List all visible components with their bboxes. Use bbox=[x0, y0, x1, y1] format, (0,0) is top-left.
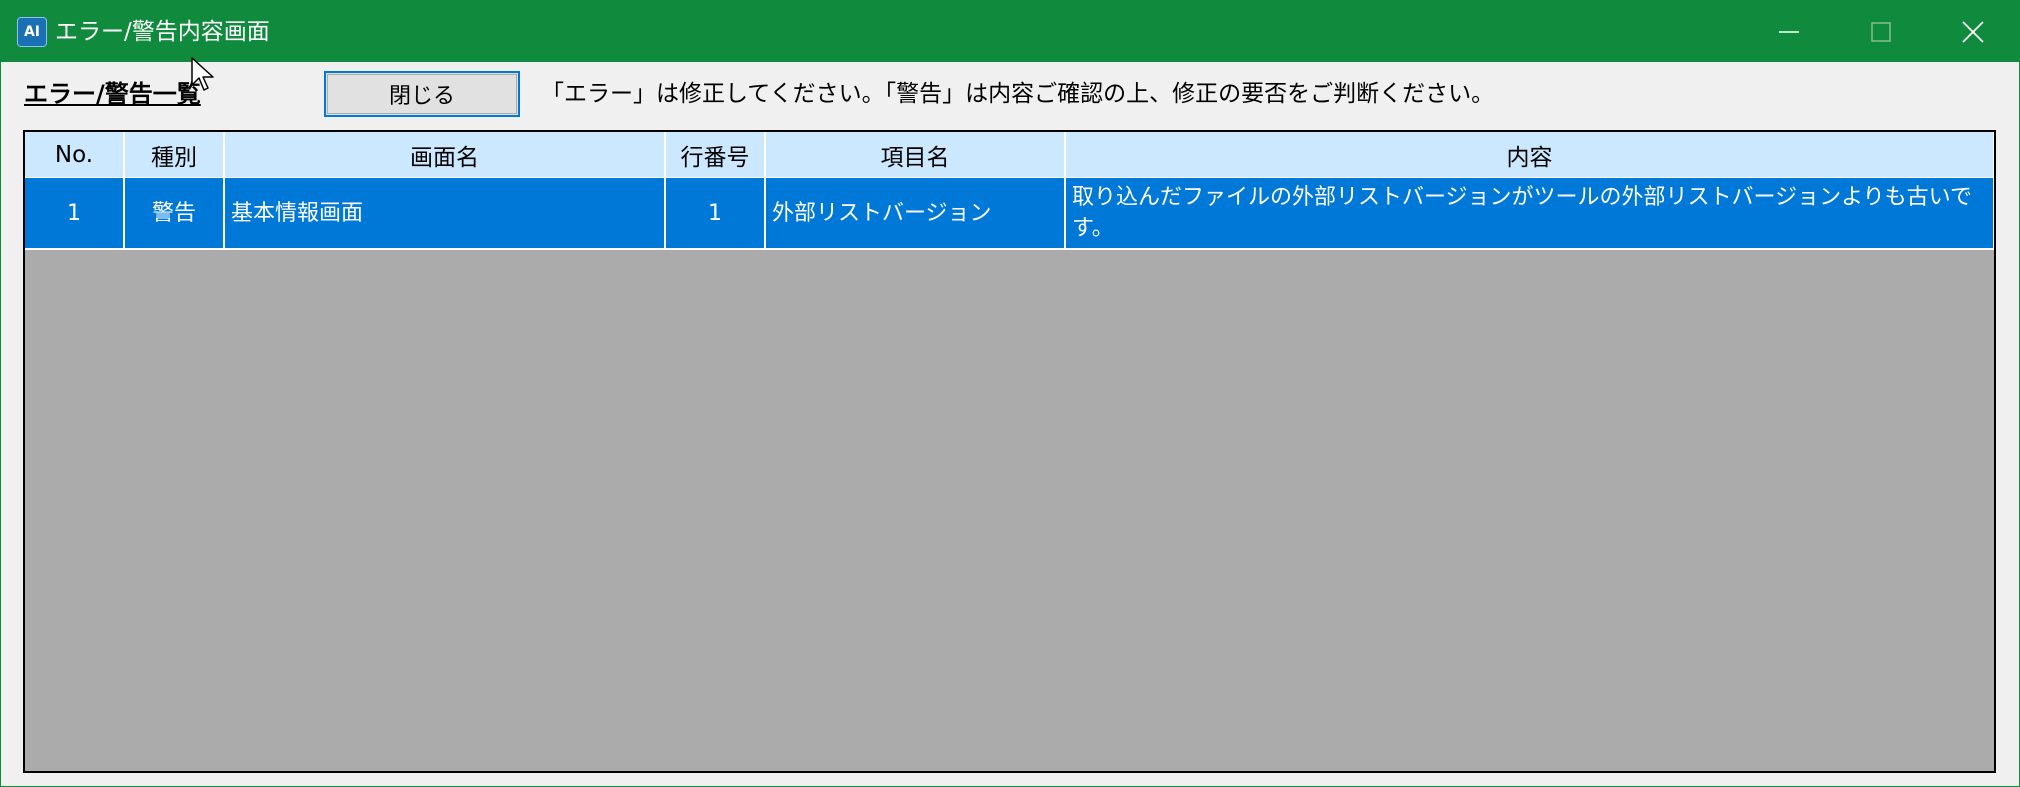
column-header-item-name[interactable]: 項目名 bbox=[765, 132, 1066, 178]
window-title: エラー/警告内容画面 bbox=[55, 19, 270, 45]
section-title: エラー/警告一覧 bbox=[24, 80, 201, 108]
app-icon: AI bbox=[17, 17, 47, 47]
table-header-row: No. 種別 画面名 行番号 項目名 内容 bbox=[25, 132, 1994, 178]
column-header-line-no[interactable]: 行番号 bbox=[665, 132, 766, 178]
maximize-button[interactable] bbox=[1835, 1, 1927, 62]
column-header-type[interactable]: 種別 bbox=[124, 132, 225, 178]
cell-type[interactable]: 警告 bbox=[124, 177, 225, 250]
error-warning-window: AI エラー/警告内容画面 エラー/警告一覧 閉じる 「エラー」は修正してくださ… bbox=[0, 0, 2020, 787]
cell-item-name[interactable]: 外部リストバージョン bbox=[765, 177, 1066, 250]
column-header-screen-name[interactable]: 画面名 bbox=[224, 132, 666, 178]
title-bar[interactable]: AI エラー/警告内容画面 bbox=[1, 1, 2019, 62]
table-row[interactable]: 1 警告 基本情報画面 1 外部リストバージョン 取り込んだファイルの外部リスト… bbox=[25, 177, 1994, 250]
column-header-content[interactable]: 内容 bbox=[1065, 132, 1994, 178]
cell-content[interactable]: 取り込んだファイルの外部リストバージョンがツールの外部リストバージョンよりも古い… bbox=[1065, 177, 1994, 250]
maximize-icon bbox=[1871, 21, 1891, 42]
minimize-button[interactable] bbox=[1743, 1, 1835, 62]
close-icon bbox=[1962, 20, 1984, 43]
minimize-icon bbox=[1779, 30, 1799, 33]
cell-line-no[interactable]: 1 bbox=[665, 177, 766, 250]
cell-no[interactable]: 1 bbox=[25, 177, 125, 250]
column-header-no[interactable]: No. bbox=[25, 132, 125, 178]
cell-screen-name[interactable]: 基本情報画面 bbox=[224, 177, 666, 250]
error-warning-table: No. 種別 画面名 行番号 項目名 内容 1 警告 基本情報画面 1 外部リス… bbox=[25, 132, 1994, 250]
close-button[interactable]: 閉じる bbox=[324, 71, 520, 117]
instruction-text: 「エラー」は修正してください。「警告」は内容ご確認の上、修正の要否をご判断くださ… bbox=[541, 81, 1495, 107]
error-warning-grid[interactable]: No. 種別 画面名 行番号 項目名 内容 1 警告 基本情報画面 1 外部リス… bbox=[23, 130, 1996, 773]
close-window-button[interactable] bbox=[1927, 1, 2019, 62]
mouse-pointer-icon bbox=[191, 57, 214, 91]
